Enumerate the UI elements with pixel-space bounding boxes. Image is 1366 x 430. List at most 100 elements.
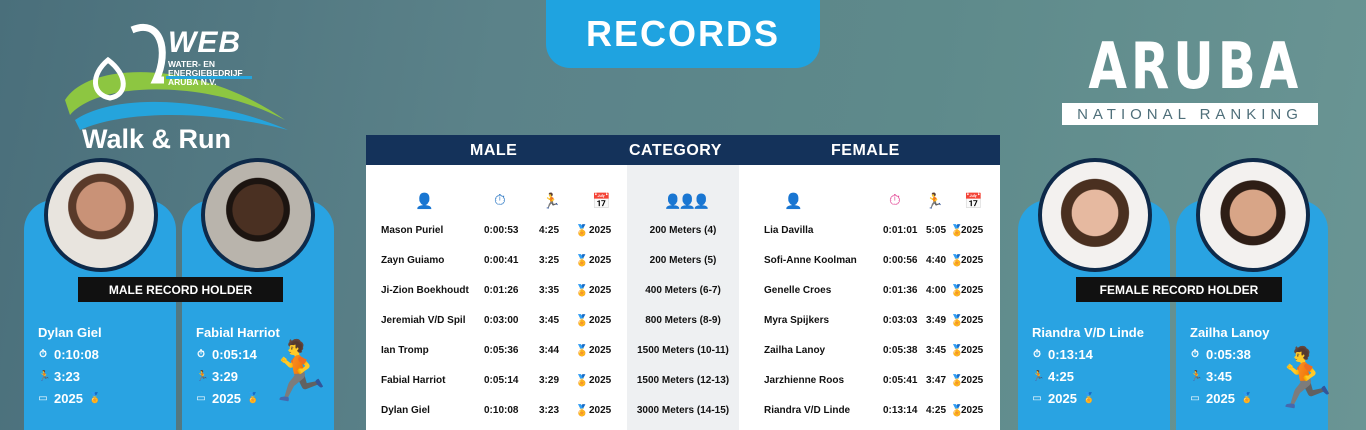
female-name: Myra Spijkers <box>764 315 830 326</box>
holder-year-value: 2025 <box>1048 391 1077 406</box>
female-pace: 3:45 <box>926 345 947 356</box>
stopwatch-icon: ⏱ <box>889 192 901 209</box>
logo-brand: WEB <box>168 26 241 59</box>
holder-time-value: 0:05:14 <box>212 347 257 362</box>
holder-pace: 🏃 3:23 <box>38 369 80 384</box>
runner-icon: 🏃 <box>925 193 944 210</box>
category: 3000 Meters (14-15) <box>636 405 730 416</box>
male-year: 2025 <box>589 345 612 356</box>
stopwatch-icon: ⏱ <box>39 349 47 360</box>
medal-icon: 🏅 <box>575 285 589 297</box>
medal-icon: 🏅 <box>575 375 589 387</box>
male-pace: 3:35 <box>539 285 560 296</box>
header-category: CATEGORY <box>629 142 722 159</box>
female-pace: 3:49 <box>926 315 947 326</box>
female-time: 0:01:36 <box>883 285 918 296</box>
medal-icon: 🏅 <box>575 405 589 417</box>
female-pace: 3:47 <box>926 375 947 386</box>
medal-icon: 🏅 <box>1082 393 1096 404</box>
holder-time-value: 0:05:38 <box>1206 347 1251 362</box>
medal-icon: 🏅 <box>575 315 589 327</box>
stopwatch-icon: ⏱ <box>494 192 506 209</box>
male-pace: 4:25 <box>539 225 560 236</box>
runner-icon: 🏃 <box>1268 346 1341 411</box>
calendar-icon: ▭ <box>196 393 206 404</box>
runner-icon: 🏃 <box>38 371 51 382</box>
female-name: Sofi-Anne Koolman <box>764 255 857 266</box>
male-pace: 3:44 <box>539 345 560 356</box>
medal-icon: 🏅 <box>1240 393 1254 404</box>
holder-year: ▭ 2025 🏅 <box>1190 391 1253 406</box>
avatar <box>44 158 158 272</box>
male-record-holder-label: MALE RECORD HOLDER <box>78 277 283 302</box>
holder-time: ⏱ 0:13:14 <box>1032 347 1093 362</box>
holder-year-value: 2025 <box>1206 391 1235 406</box>
male-name: Zayn Guiamo <box>381 255 445 266</box>
header-female: FEMALE <box>831 142 900 159</box>
female-time: 0:01:01 <box>883 225 918 236</box>
male-time: 0:00:53 <box>484 225 519 236</box>
male-name: Dylan Giel <box>381 405 430 416</box>
category: 200 Meters (4) <box>649 225 717 236</box>
female-year: 2025 <box>961 285 984 296</box>
holder-year-value: 2025 <box>54 391 83 406</box>
male-pace: 3:29 <box>539 375 560 386</box>
avatar <box>1038 158 1152 272</box>
person-icon: 👤 <box>784 193 803 210</box>
male-time: 0:05:36 <box>484 345 519 356</box>
holder-year-value: 2025 <box>212 391 241 406</box>
male-year: 2025 <box>589 405 612 416</box>
female-name: Riandra V/D Linde <box>764 405 851 416</box>
holder-pace: 🏃 3:45 <box>1190 369 1232 384</box>
medal-icon: 🏅 <box>246 393 260 404</box>
country-title: ARUBA <box>1088 30 1303 104</box>
category: 800 Meters (8-9) <box>645 315 721 326</box>
holder-pace-value: 3:45 <box>1206 369 1233 384</box>
runner-icon: 🏃 <box>1032 371 1045 382</box>
holder-year: ▭ 2025 🏅 <box>196 391 259 406</box>
runner-icon: 🏃 <box>262 339 335 404</box>
holder-pace-value: 3:29 <box>212 369 239 384</box>
calendar-icon: ▭ <box>38 393 48 404</box>
female-year: 2025 <box>961 225 984 236</box>
female-name: Zailha Lanoy <box>764 345 826 356</box>
female-time: 0:05:38 <box>883 345 918 356</box>
male-name: Ji-Zion Boekhoudt <box>381 285 469 296</box>
records-banner: RECORDS <box>546 0 820 68</box>
category: 1500 Meters (12-13) <box>636 375 730 386</box>
runner-icon: 🏃 <box>1190 371 1203 382</box>
male-time: 0:03:00 <box>484 315 519 326</box>
female-record-holder-label: FEMALE RECORD HOLDER <box>1076 277 1282 302</box>
group-icon: 👤👤👤 <box>664 193 710 209</box>
holder-time: ⏱ 0:05:14 <box>196 347 257 362</box>
holder-year: ▭ 2025 🏅 <box>38 391 101 406</box>
male-year: 2025 <box>589 225 612 236</box>
ranking-subtitle: NATIONAL RANKING <box>1062 103 1318 125</box>
male-pace: 3:25 <box>539 255 560 266</box>
calendar-icon: 📅 <box>964 193 983 210</box>
medal-icon: 🏅 <box>575 255 589 267</box>
category: 400 Meters (6-7) <box>645 285 721 296</box>
runner-icon: 🏃 <box>196 371 209 382</box>
category: 1500 Meters (10-11) <box>637 345 729 356</box>
medal-icon: 🏅 <box>575 225 589 237</box>
table-header: MALE CATEGORY FEMALE <box>366 135 1000 165</box>
holder-time-value: 0:13:14 <box>1048 347 1093 362</box>
holder-pace: 🏃 3:29 <box>196 369 238 384</box>
holder-name: Zailha Lanoy <box>1190 325 1270 340</box>
holder-year: ▭ 2025 🏅 <box>1032 391 1095 406</box>
male-name: Mason Puriel <box>381 225 444 236</box>
holder-pace-value: 4:25 <box>1048 369 1075 384</box>
female-time: 0:13:14 <box>883 405 918 416</box>
female-year: 2025 <box>961 375 984 386</box>
holder-name: Riandra V/D Linde <box>1032 325 1144 340</box>
female-pace: 4:25 <box>926 405 947 416</box>
medal-icon: 🏅 <box>575 345 589 357</box>
female-pace: 5:05 <box>926 225 947 236</box>
female-name: Jarzhienne Roos <box>764 375 845 386</box>
header-male: MALE <box>470 142 518 159</box>
female-year: 2025 <box>961 315 984 326</box>
male-pace: 3:45 <box>539 315 560 326</box>
female-pace: 4:00 <box>926 285 947 296</box>
female-name: Lia Davilla <box>764 225 814 236</box>
